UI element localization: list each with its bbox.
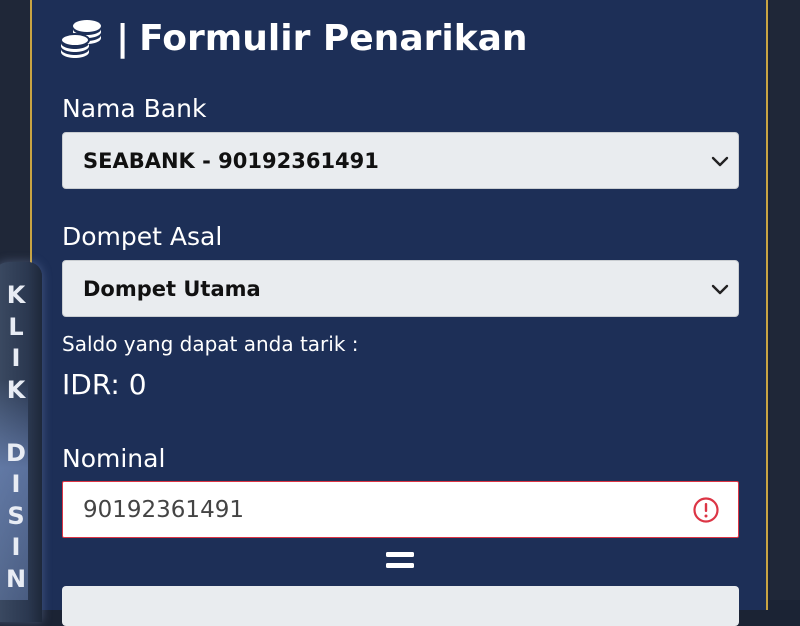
side-tab-letter: I xyxy=(11,470,21,498)
page-title: Formulir Penarikan xyxy=(139,18,528,59)
bank-name-selected-value: SEABANK - 90192361491 xyxy=(83,148,379,173)
nominal-input[interactable] xyxy=(62,481,739,538)
side-tab-letter: L xyxy=(8,312,24,341)
source-wallet-selected-value: Dompet Utama xyxy=(83,276,261,301)
bank-name-select[interactable]: SEABANK - 90192361491 xyxy=(62,132,739,189)
side-tab-letter: N xyxy=(5,564,27,593)
header-separator: | xyxy=(116,18,130,59)
side-tab-letter xyxy=(0,406,32,438)
side-tab-letter: K xyxy=(6,281,26,309)
side-tab-letter: K xyxy=(6,375,26,404)
bank-name-label: Nama Bank xyxy=(62,94,207,123)
chevron-down-icon xyxy=(711,284,729,295)
converted-amount-field[interactable] xyxy=(62,586,739,626)
side-tab-letter: I xyxy=(11,533,21,561)
withdrawable-balance-value: IDR: 0 xyxy=(62,368,147,401)
withdrawable-balance-label: Saldo yang dapat anda tarik : xyxy=(62,332,359,356)
chevron-down-icon xyxy=(711,156,729,167)
page-background-right xyxy=(770,0,800,600)
side-tab-text[interactable]: K L I K D I S I N xyxy=(0,280,32,595)
exclamation-circle-icon xyxy=(693,497,719,523)
side-tab-letter: S xyxy=(7,501,25,530)
side-tab-letter: I xyxy=(11,344,21,372)
source-wallet-label: Dompet Asal xyxy=(62,222,223,251)
source-wallet-select[interactable]: Dompet Utama xyxy=(62,260,739,317)
form-header: | Formulir Penarikan xyxy=(60,14,528,64)
equals-icon xyxy=(386,552,414,568)
side-tab-letter: D xyxy=(6,438,26,467)
nominal-label: Nominal xyxy=(62,444,166,473)
coins-icon xyxy=(60,20,101,58)
